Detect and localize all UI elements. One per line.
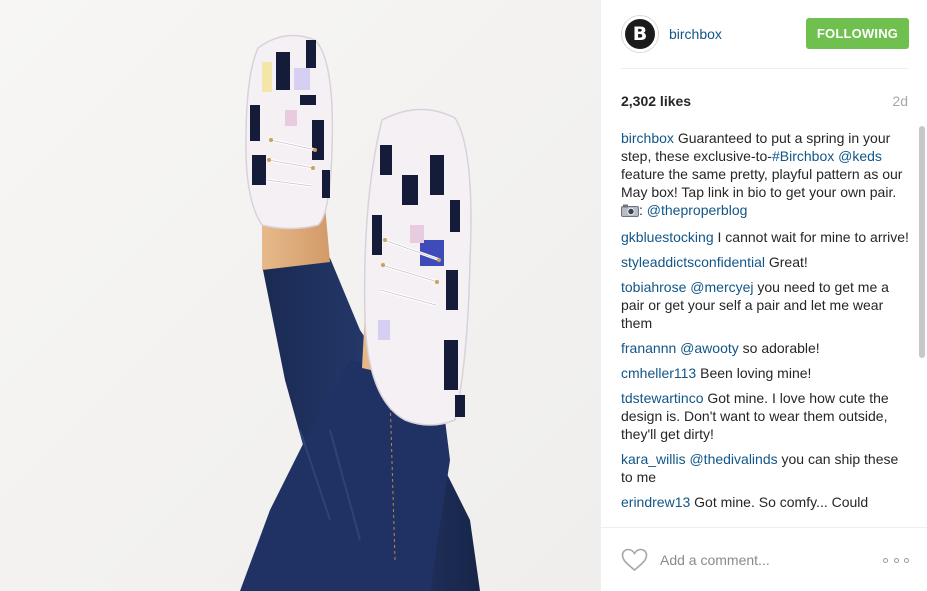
credit-link[interactable]: @theproperblog	[647, 202, 748, 218]
comment-text: so adorable!	[742, 340, 820, 356]
comment-user-link[interactable]: cmheller113	[621, 365, 696, 381]
add-comment-input[interactable]	[660, 552, 883, 568]
heart-icon[interactable]	[621, 548, 649, 572]
post-header: B birchbox FOLLOWING	[601, 0, 927, 68]
following-button[interactable]: FOLLOWING	[806, 18, 909, 49]
comments-scrollbar[interactable]	[918, 126, 926, 526]
comment-mention-link[interactable]: @mercyej	[690, 279, 753, 295]
caption-text-2: feature the same pretty, playful pattern…	[621, 166, 903, 200]
post-time[interactable]: 2d	[892, 93, 908, 109]
more-dot	[883, 557, 888, 563]
comment-item: kara_willis @thedivalinds you can ship t…	[621, 450, 913, 486]
comment-text: Got mine. So comfy... Could	[694, 494, 869, 510]
comment-item: franannn @awooty so adorable!	[621, 339, 913, 357]
comment-item: styleaddictsconfidential Great!	[621, 253, 913, 271]
comment-user-link[interactable]: kara_willis	[621, 451, 686, 467]
header-divider	[621, 68, 908, 69]
more-options-icon[interactable]	[883, 557, 909, 563]
comment-item: gkbluestocking I cannot wait for mine to…	[621, 228, 913, 246]
more-dot	[904, 557, 909, 563]
caption: birchbox Guaranteed to put a spring in y…	[621, 129, 913, 221]
scroll-thumb[interactable]	[919, 126, 925, 358]
comment-text: Great!	[768, 254, 808, 270]
more-dot	[893, 557, 899, 563]
avatar-logo: B	[625, 19, 655, 49]
hashtag-link[interactable]: #Birchbox	[772, 148, 834, 164]
comment-mention-link[interactable]: @awooty	[680, 340, 739, 356]
post-photo[interactable]	[0, 0, 600, 591]
comment-user-link[interactable]: franannn	[621, 340, 676, 356]
username-link[interactable]: birchbox	[669, 26, 722, 42]
camera-icon	[621, 203, 639, 221]
comment-text: Been loving mine!	[700, 365, 812, 381]
comment-mention-link[interactable]: @thedivalinds	[689, 451, 777, 467]
mention-link[interactable]: @keds	[838, 148, 882, 164]
comment-user-link[interactable]: erindrew13	[621, 494, 690, 510]
comment-text: I cannot wait for mine to arrive!	[717, 229, 909, 245]
caption-colon: :	[639, 202, 643, 218]
comment-user-link[interactable]: tdstewartinco	[621, 390, 703, 406]
sneakers-photo	[0, 0, 600, 591]
caption-user-link[interactable]: birchbox	[621, 130, 674, 146]
post-sidebar: B birchbox FOLLOWING 2,302 likes 2d birc…	[600, 0, 927, 591]
avatar[interactable]: B	[621, 15, 659, 53]
likes-row: 2,302 likes 2d	[621, 90, 908, 112]
comments-list[interactable]: birchbox Guaranteed to put a spring in y…	[621, 129, 913, 527]
comment-user-link[interactable]: tobiahrose	[621, 279, 686, 295]
likes-count[interactable]: 2,302 likes	[621, 93, 691, 109]
comment-item: cmheller113 Been loving mine!	[621, 364, 913, 382]
comment-item: tobiahrose @mercyej you need to get me a…	[621, 278, 913, 332]
comment-item: tdstewartinco Got mine. I love how cute …	[621, 389, 913, 443]
comment-user-link[interactable]: gkbluestocking	[621, 229, 714, 245]
comment-footer	[601, 527, 927, 591]
comment-user-link[interactable]: styleaddictsconfidential	[621, 254, 765, 270]
comment-item: erindrew13 Got mine. So comfy... Could	[621, 493, 913, 511]
